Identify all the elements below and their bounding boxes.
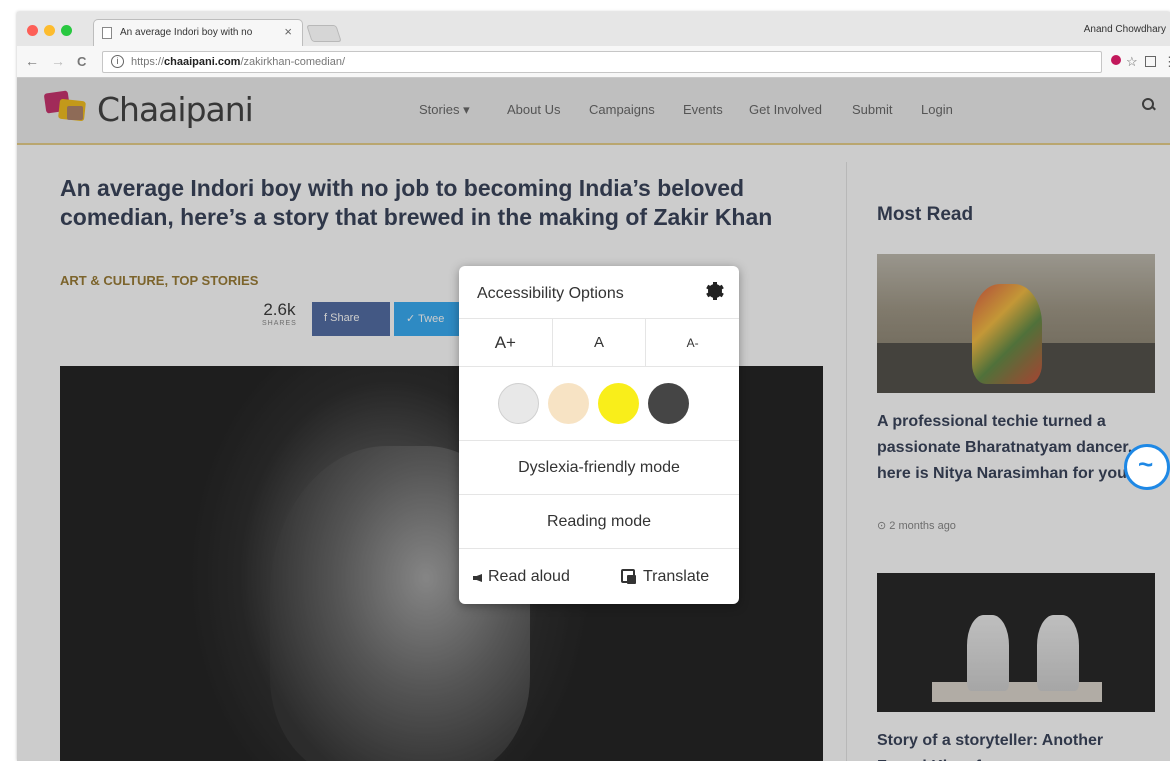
messenger-chat-icon[interactable] <box>1124 444 1170 490</box>
minimize-window-button[interactable] <box>44 25 55 36</box>
browser-toolbar: ← → C i https://chaaipani.com/zakirkhan-… <box>17 46 1170 78</box>
dyslexia-mode-button[interactable]: Dyslexia-friendly mode <box>459 441 739 495</box>
browser-tab[interactable]: An average Indori boy with no × <box>93 19 303 46</box>
increase-font-button[interactable]: A+ <box>459 319 553 366</box>
reading-mode-button[interactable]: Reading mode <box>459 495 739 549</box>
swatch-light-gray[interactable] <box>498 383 539 424</box>
url-text: https://chaaipani.com/zakirkhan-comedian… <box>131 56 346 68</box>
accessibility-title: Accessibility Options <box>477 285 624 302</box>
address-bar[interactable]: i https://chaaipani.com/zakirkhan-comedi… <box>102 51 1102 73</box>
color-theme-swatches <box>459 367 739 441</box>
normal-font-button[interactable]: A <box>553 319 647 366</box>
reload-icon[interactable]: C <box>77 54 86 69</box>
menu-icon[interactable]: ⋮ <box>1163 54 1170 70</box>
read-aloud-button[interactable]: Read aloud <box>473 549 570 604</box>
translate-button[interactable]: Translate <box>621 549 709 604</box>
web-page: Chaaipani Stories ▾ About Us Campaigns E… <box>17 78 1170 761</box>
decrease-font-button[interactable]: A- <box>646 319 739 366</box>
forward-icon[interactable]: → <box>51 53 65 69</box>
swatch-cream[interactable] <box>548 383 589 424</box>
tab-close-icon[interactable]: × <box>284 24 292 39</box>
swatch-dark[interactable] <box>648 383 689 424</box>
accessibility-popup: Accessibility Options A+ A A- Dyslexia-f… <box>459 266 739 604</box>
browser-window: An average Indori boy with no × Anand Ch… <box>17 12 1170 761</box>
font-size-controls: A+ A A- <box>459 319 739 367</box>
new-tab-button[interactable] <box>306 25 342 42</box>
accessibility-header: Accessibility Options <box>459 266 739 319</box>
tab-title: An average Indori boy with no <box>120 27 253 38</box>
info-icon[interactable]: i <box>111 55 124 68</box>
bookmark-star-icon[interactable]: ☆ <box>1126 54 1138 70</box>
close-window-button[interactable] <box>27 25 38 36</box>
speaker-icon <box>473 574 482 582</box>
back-icon[interactable]: ← <box>25 53 39 69</box>
gear-icon[interactable] <box>706 282 724 300</box>
maximize-window-button[interactable] <box>61 25 72 36</box>
tab-bar: An average Indori boy with no × Anand Ch… <box>17 12 1170 46</box>
translate-icon <box>621 569 636 584</box>
cast-icon[interactable] <box>1145 56 1156 67</box>
profile-name[interactable]: Anand Chowdhary <box>1084 24 1166 35</box>
extension-icon[interactable] <box>1111 55 1121 65</box>
swatch-yellow[interactable] <box>598 383 639 424</box>
page-icon <box>102 27 112 39</box>
accessibility-actions: Read aloud Translate <box>459 549 739 604</box>
